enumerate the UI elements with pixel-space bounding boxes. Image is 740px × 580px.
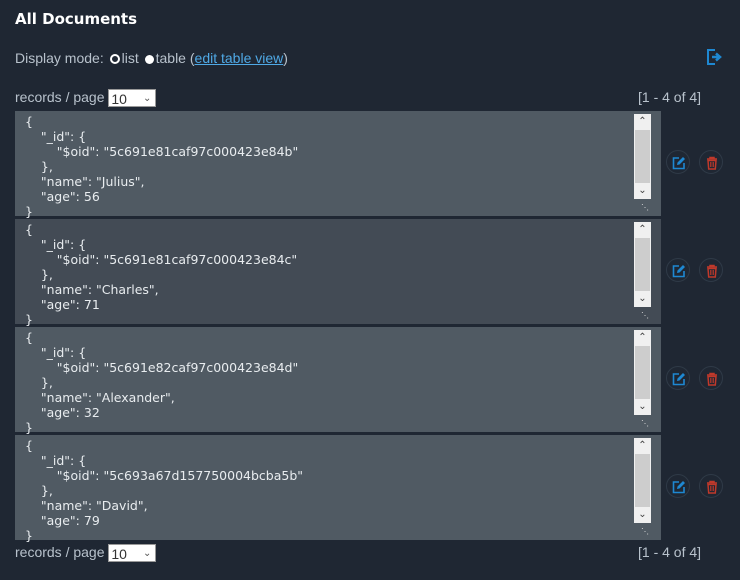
document-editor[interactable]: { "_id": { "$oid": "5c693a67d157750004bc… [15,435,661,543]
scrollbar[interactable]: ⌃ ⌄ [634,330,651,415]
edit-icon [672,157,685,170]
scrollbar[interactable]: ⌃ ⌄ [634,114,651,199]
delete-button[interactable] [699,474,723,498]
record-range: [1 - 4 of 4] [638,544,702,560]
record-range: [1 - 4 of 4] [638,89,702,105]
edit-table-view-link[interactable]: edit table view [195,50,284,66]
records-per-page-label: records / page [15,89,105,105]
scroll-thumb[interactable] [635,238,650,291]
records-per-page-select[interactable]: 10 ⌄ [108,544,157,563]
records-per-page-select[interactable]: 10 ⌄ [108,89,157,108]
resize-handle[interactable]: ⋱ [641,203,649,212]
records-per-page-top: records / page 10 ⌄ [15,89,157,108]
trash-icon [707,372,717,386]
edit-button[interactable] [666,366,690,390]
document-editor[interactable]: { "_id": { "$oid": "5c691e82caf97c000423… [15,327,661,435]
scroll-up-icon[interactable]: ⌃ [634,222,651,238]
delete-button[interactable] [699,366,723,390]
scroll-down-icon[interactable]: ⌄ [634,399,651,415]
paren: ) [283,50,288,66]
display-mode-label: Display mode: [15,50,104,66]
document-json[interactable]: { "_id": { "$oid": "5c693a67d157750004bc… [15,435,661,543]
radio-list-label[interactable]: list [122,50,139,66]
document-json[interactable]: { "_id": { "$oid": "5c691e81caf97c000423… [15,219,661,327]
scroll-thumb[interactable] [635,346,650,399]
trash-icon [707,264,717,278]
edit-button[interactable] [666,150,690,174]
records-per-page-bottom: records / page 10 ⌄ [15,544,157,563]
scroll-up-icon[interactable]: ⌃ [634,438,651,454]
resize-handle[interactable]: ⋱ [641,419,649,428]
trash-icon [707,156,717,170]
edit-icon [672,373,685,386]
export-icon[interactable] [705,48,723,66]
select-value: 10 [111,546,127,563]
radio-list[interactable] [109,54,120,64]
scrollbar[interactable]: ⌃ ⌄ [634,222,651,307]
scroll-up-icon[interactable]: ⌃ [634,330,651,346]
scroll-down-icon[interactable]: ⌄ [634,507,651,523]
scroll-up-icon[interactable]: ⌃ [634,114,651,130]
radio-table-label[interactable]: table [156,50,186,66]
delete-button[interactable] [699,258,723,282]
scroll-down-icon[interactable]: ⌄ [634,291,651,307]
edit-button[interactable] [666,474,690,498]
page-title: All Documents [15,10,138,28]
edit-icon [672,481,685,494]
radio-table[interactable] [144,55,154,64]
document-json[interactable]: { "_id": { "$oid": "5c691e82caf97c000423… [15,327,661,435]
resize-handle[interactable]: ⋱ [641,311,649,320]
display-mode: Display mode: list table (edit table vie… [15,50,288,66]
records-per-page-label: records / page [15,544,105,560]
document-editor[interactable]: { "_id": { "$oid": "5c691e81caf97c000423… [15,219,661,327]
scroll-thumb[interactable] [635,454,650,507]
select-value: 10 [111,91,127,108]
document-json[interactable]: { "_id": { "$oid": "5c691e81caf97c000423… [15,111,661,219]
trash-icon [707,480,717,494]
chevron-down-icon: ⌄ [143,93,152,105]
edit-button[interactable] [666,258,690,282]
resize-handle[interactable]: ⋱ [641,527,649,536]
scroll-thumb[interactable] [635,130,650,183]
scroll-down-icon[interactable]: ⌄ [634,183,651,199]
chevron-down-icon: ⌄ [143,548,152,560]
edit-icon [672,265,685,278]
scrollbar[interactable]: ⌃ ⌄ [634,438,651,523]
document-editor[interactable]: { "_id": { "$oid": "5c691e81caf97c000423… [15,111,661,219]
delete-button[interactable] [699,150,723,174]
